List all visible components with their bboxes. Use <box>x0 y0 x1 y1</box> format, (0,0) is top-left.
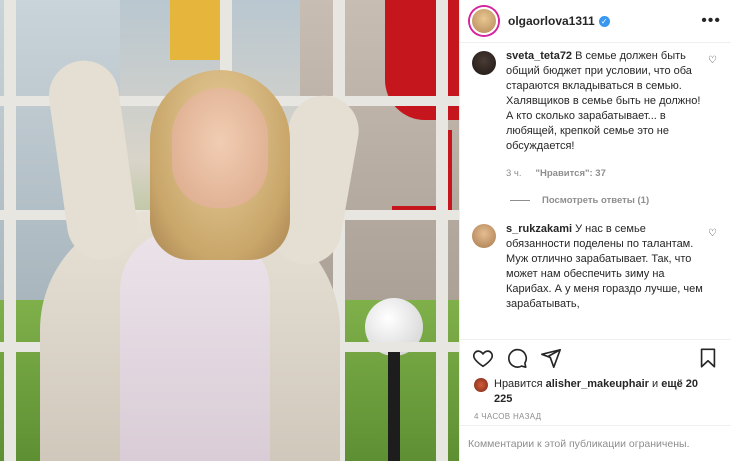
comment-time[interactable]: 3 ч. <box>506 166 522 181</box>
post-header: olgaorlova1311 ✓ ••• <box>460 0 731 43</box>
author-avatar[interactable] <box>470 7 498 35</box>
heart-icon[interactable] <box>472 347 494 369</box>
photo-lattice-bar <box>4 0 16 461</box>
liker-username[interactable]: alisher_makeuphair <box>546 378 649 390</box>
comment-item: sveta_teta72 В семье должен быть общий б… <box>472 49 717 181</box>
comments-restricted-notice: Комментарии к этой публикации ограничены… <box>460 425 731 461</box>
likes-connector: и <box>652 378 659 390</box>
photo-lattice-bar <box>436 0 448 461</box>
post-photo[interactable] <box>0 0 459 461</box>
post-side-panel: olgaorlova1311 ✓ ••• sveta_teta72 В семь… <box>459 0 731 461</box>
commenter-username[interactable]: s_rukzakami <box>506 223 572 235</box>
comment-text: В семье должен быть общий бюджет при усл… <box>506 50 701 152</box>
post-timestamp[interactable]: 4 ЧАСОВ НАЗАД <box>460 407 731 426</box>
commenter-avatar[interactable] <box>472 51 496 75</box>
view-replies-button[interactable]: Посмотреть ответы (1) <box>510 195 717 206</box>
replies-divider <box>510 200 530 201</box>
comment-icon[interactable] <box>506 347 528 369</box>
comment-text: У нас в семье обязанности поделены по та… <box>506 223 703 310</box>
commenter-avatar[interactable] <box>472 224 496 248</box>
photo-lamp-post <box>388 352 400 461</box>
author-username[interactable]: olgaorlova1311 <box>508 14 595 28</box>
bookmark-icon[interactable] <box>697 347 719 369</box>
verified-icon: ✓ <box>598 15 610 27</box>
share-icon[interactable] <box>540 347 562 369</box>
photo-person-top <box>120 230 270 461</box>
more-icon[interactable]: ••• <box>701 12 721 30</box>
comment-like-heart-icon[interactable]: ♡ <box>708 55 717 66</box>
comment-likes[interactable]: "Нравится": 37 <box>536 166 606 181</box>
comment-item: s_rukzakami У нас в семье обязанности по… <box>472 222 717 312</box>
commenter-username[interactable]: sveta_teta72 <box>506 50 572 62</box>
likes-prefix: Нравится <box>494 378 543 390</box>
post-actions-bar <box>460 339 731 375</box>
comments-list: sveta_teta72 В семье должен быть общий б… <box>460 43 731 339</box>
liker-avatar[interactable] <box>474 378 488 392</box>
view-replies-label: Посмотреть ответы (1) <box>542 195 650 206</box>
comment-like-heart-icon[interactable]: ♡ <box>708 228 717 239</box>
photo-person-face <box>172 88 268 208</box>
likes-summary: Нравится alisher_makeuphair и ещё 20 225 <box>460 375 731 407</box>
